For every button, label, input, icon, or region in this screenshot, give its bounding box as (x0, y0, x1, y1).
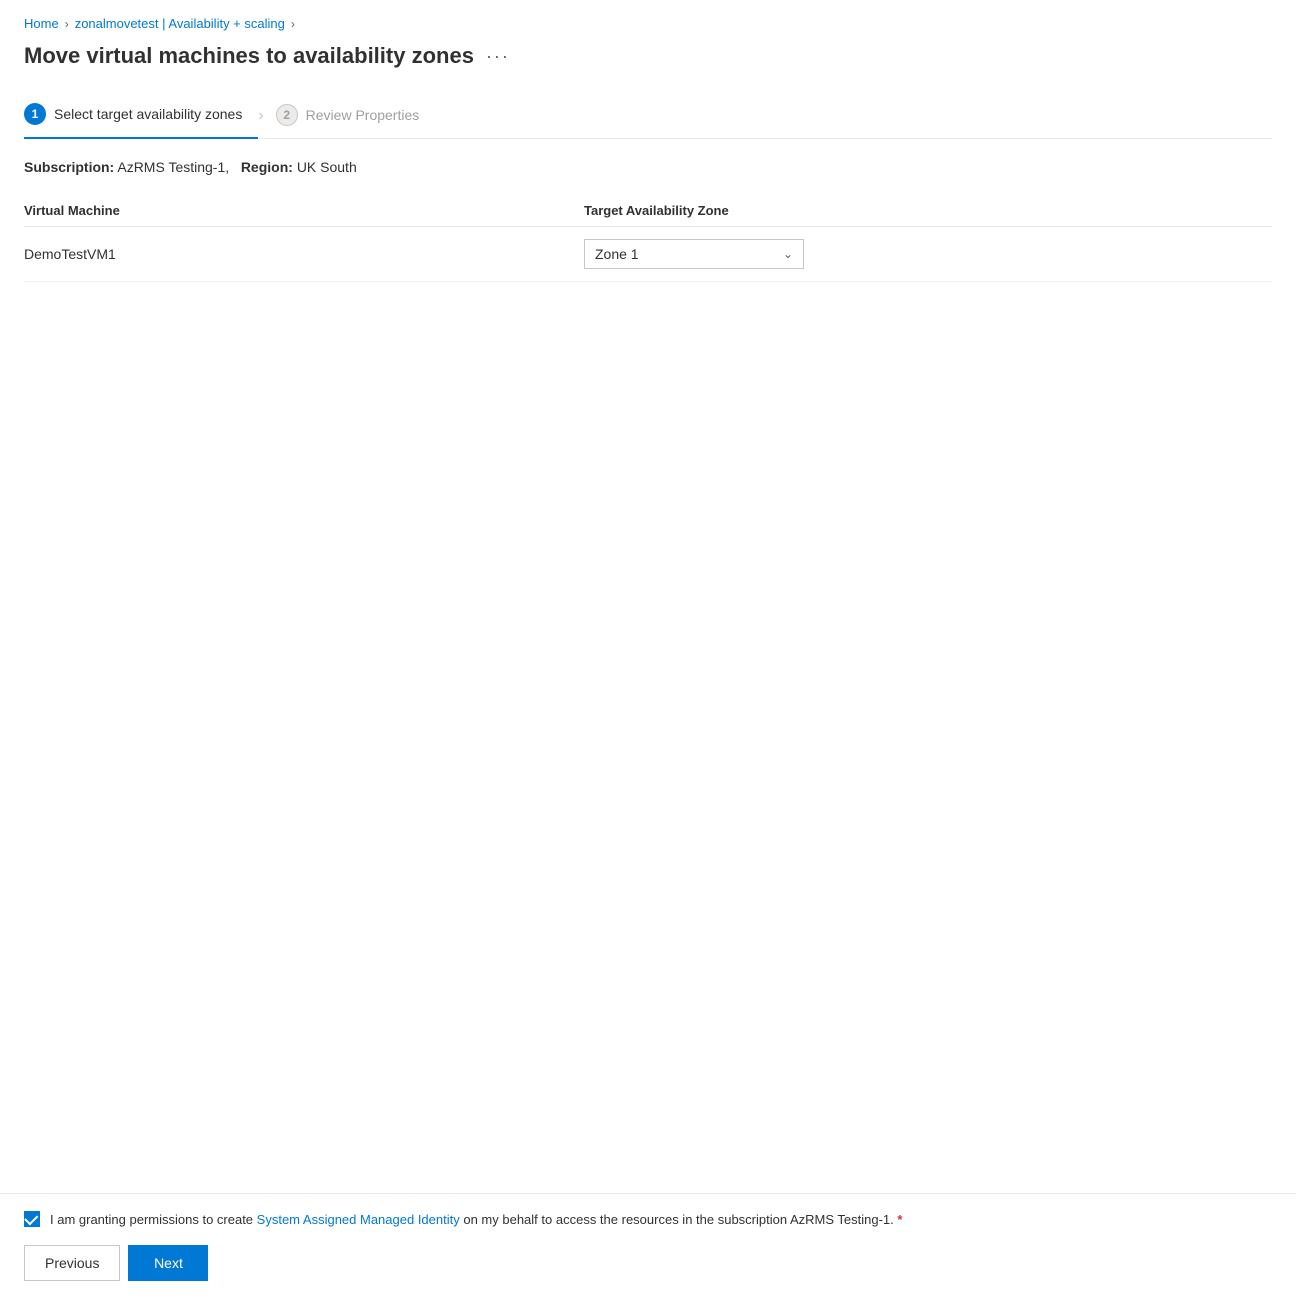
steps-container: 1 Select target availability zones › 2 R… (24, 93, 1272, 139)
breadcrumb: Home › zonalmovetest | Availability + sc… (24, 16, 1272, 31)
consent-text: I am granting permissions to create Syst… (50, 1210, 902, 1230)
step-2-number: 2 (276, 104, 298, 126)
step-1[interactable]: 1 Select target availability zones (24, 93, 258, 139)
footer-section: I am granting permissions to create Syst… (0, 1193, 1296, 1297)
step-1-number: 1 (24, 103, 46, 125)
step-2-label: Review Properties (306, 107, 420, 123)
zone-dropdown-value: Zone 1 (595, 246, 639, 262)
zone-dropdown[interactable]: Zone 1 ⌄ (584, 239, 804, 269)
consent-required-marker: * (897, 1212, 902, 1227)
subscription-label: Subscription: (24, 159, 114, 175)
consent-row: I am granting permissions to create Syst… (24, 1210, 1272, 1230)
breadcrumb-home-link[interactable]: Home (24, 16, 59, 31)
step-divider: › (258, 107, 263, 125)
page-title-row: Move virtual machines to availability zo… (24, 43, 1272, 69)
subscription-info: Subscription: AzRMS Testing-1, Region: U… (24, 159, 1272, 175)
breadcrumb-separator-2: › (291, 17, 295, 31)
step-2[interactable]: 2 Review Properties (276, 94, 436, 138)
chevron-down-icon: ⌄ (783, 247, 793, 261)
page-title: Move virtual machines to availability zo… (24, 43, 474, 69)
col-zone-header: Target Availability Zone (584, 203, 1272, 218)
breadcrumb-separator-1: › (65, 17, 69, 31)
zone-select-cell: Zone 1 ⌄ (584, 239, 1272, 269)
breadcrumb-resource-link[interactable]: zonalmovetest | Availability + scaling (75, 16, 285, 31)
subscription-value: AzRMS Testing-1, (117, 159, 229, 175)
more-options-icon[interactable]: ··· (486, 46, 510, 67)
managed-identity-link[interactable]: System Assigned Managed Identity (257, 1212, 460, 1227)
consent-checkbox[interactable] (24, 1211, 40, 1227)
region-value: UK South (297, 159, 357, 175)
consent-text-before: I am granting permissions to create (50, 1212, 253, 1227)
consent-text-after: on my behalf to access the resources in … (463, 1212, 893, 1227)
step-1-label: Select target availability zones (54, 106, 242, 122)
region-label: Region: (241, 159, 293, 175)
vm-table: Virtual Machine Target Availability Zone… (24, 195, 1272, 282)
vm-name: DemoTestVM1 (24, 246, 584, 262)
col-vm-header: Virtual Machine (24, 203, 584, 218)
table-row: DemoTestVM1 Zone 1 ⌄ (24, 227, 1272, 282)
button-row: Previous Next (24, 1245, 1272, 1281)
table-header: Virtual Machine Target Availability Zone (24, 195, 1272, 227)
previous-button[interactable]: Previous (24, 1245, 120, 1281)
next-button[interactable]: Next (128, 1245, 208, 1281)
